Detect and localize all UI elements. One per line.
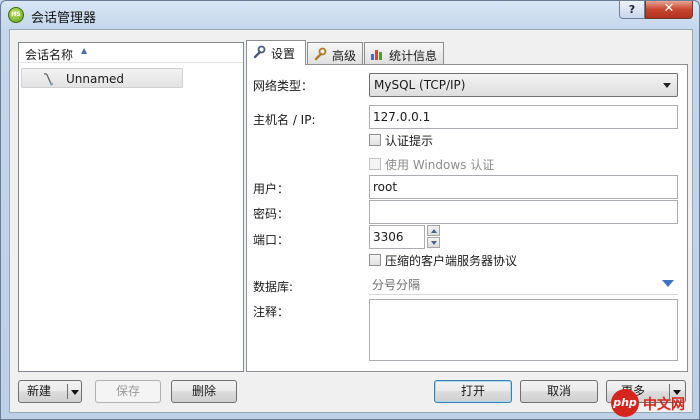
- notes-label: 注释：: [253, 305, 290, 319]
- password-label: 密码：: [253, 207, 290, 221]
- network-type-select[interactable]: MySQL (TCP/IP): [369, 73, 678, 97]
- windows-auth-label: 使用 Windows 认证: [385, 158, 495, 172]
- new-button[interactable]: 新建: [18, 380, 82, 403]
- wrench-icon: [314, 47, 327, 61]
- tab-advanced[interactable]: 高级: [307, 42, 363, 64]
- database-input[interactable]: 分号分隔: [369, 273, 678, 295]
- network-type-label: 网络类型：: [253, 79, 314, 93]
- site-watermark: php 中文网: [607, 385, 700, 420]
- user-input[interactable]: root: [369, 175, 678, 199]
- host-input[interactable]: 127.0.0.1: [369, 105, 678, 129]
- database-label: 数据库:: [253, 280, 294, 294]
- auth-prompt-label: 认证提示: [385, 134, 434, 148]
- arrow-up-icon: [431, 229, 437, 233]
- app-logo-icon: HS: [8, 7, 24, 23]
- port-increment-button[interactable]: [427, 225, 440, 236]
- compress-protocol-label: 压缩的客户端服务器协议: [385, 254, 518, 268]
- port-label: 端口：: [253, 233, 290, 247]
- user-label: 用户：: [253, 182, 290, 196]
- database-dropdown-icon[interactable]: [662, 280, 674, 287]
- new-button-label: 新建: [27, 384, 52, 398]
- database-placeholder: 分号分隔: [372, 278, 421, 292]
- window-title: 会话管理器: [31, 11, 97, 26]
- session-name-column-header[interactable]: 会话名称: [25, 46, 73, 63]
- network-type-value: MySQL (TCP/IP): [374, 78, 466, 92]
- title-bar[interactable]: HS 会话管理器 ? ✕: [1, 1, 699, 29]
- delete-button[interactable]: 删除: [171, 380, 237, 403]
- wrench-icon: [253, 45, 266, 59]
- settings-panel: 网络类型： MySQL (TCP/IP) 主机名 / IP: 127.0.0.1…: [246, 64, 688, 372]
- split-divider: [67, 384, 68, 399]
- password-input[interactable]: [369, 200, 678, 224]
- session-icon: [43, 73, 53, 86]
- notes-textarea[interactable]: [369, 299, 678, 361]
- chevron-down-icon: [663, 83, 671, 88]
- session-list-header[interactable]: 会话名称 ▲: [19, 43, 243, 63]
- cancel-button[interactable]: 取消: [520, 380, 598, 403]
- session-item-name: Unnamed: [66, 72, 125, 86]
- auth-prompt-checkbox[interactable]: [369, 134, 381, 146]
- tab-statistics[interactable]: 统计信息: [364, 42, 444, 64]
- compress-protocol-checkbox[interactable]: [369, 254, 381, 266]
- bar-chart-icon: [371, 50, 382, 60]
- save-button[interactable]: 保存: [95, 380, 161, 403]
- tab-settings[interactable]: 设置: [246, 40, 306, 65]
- tab-statistics-label: 统计信息: [389, 49, 438, 63]
- arrow-down-icon: [431, 241, 437, 245]
- php-logo: php: [611, 389, 639, 417]
- tab-advanced-label: 高级: [332, 49, 357, 63]
- port-decrement-button[interactable]: [427, 237, 440, 248]
- session-manager-window: HS 会话管理器 ? ✕ 会话名称 ▲ Unnamed 设置 高级 统计信息 网…: [0, 0, 700, 420]
- close-button[interactable]: ✕: [645, 1, 693, 19]
- chevron-down-icon[interactable]: [71, 390, 79, 395]
- host-label: 主机名 / IP:: [253, 113, 316, 127]
- open-button[interactable]: 打开: [434, 380, 512, 403]
- help-button[interactable]: ?: [619, 1, 645, 19]
- port-input[interactable]: 3306: [369, 225, 425, 249]
- dialog-client-area: 会话名称 ▲ Unnamed 设置 高级 统计信息 网络类型： MySQL (T…: [9, 29, 693, 413]
- watermark-site-text: 中文网: [643, 397, 685, 413]
- session-list[interactable]: 会话名称 ▲ Unnamed: [18, 42, 244, 372]
- tab-settings-label: 设置: [271, 47, 296, 61]
- session-item[interactable]: Unnamed: [21, 68, 183, 88]
- sort-ascending-icon: ▲: [81, 46, 88, 55]
- windows-auth-checkbox[interactable]: [369, 158, 381, 170]
